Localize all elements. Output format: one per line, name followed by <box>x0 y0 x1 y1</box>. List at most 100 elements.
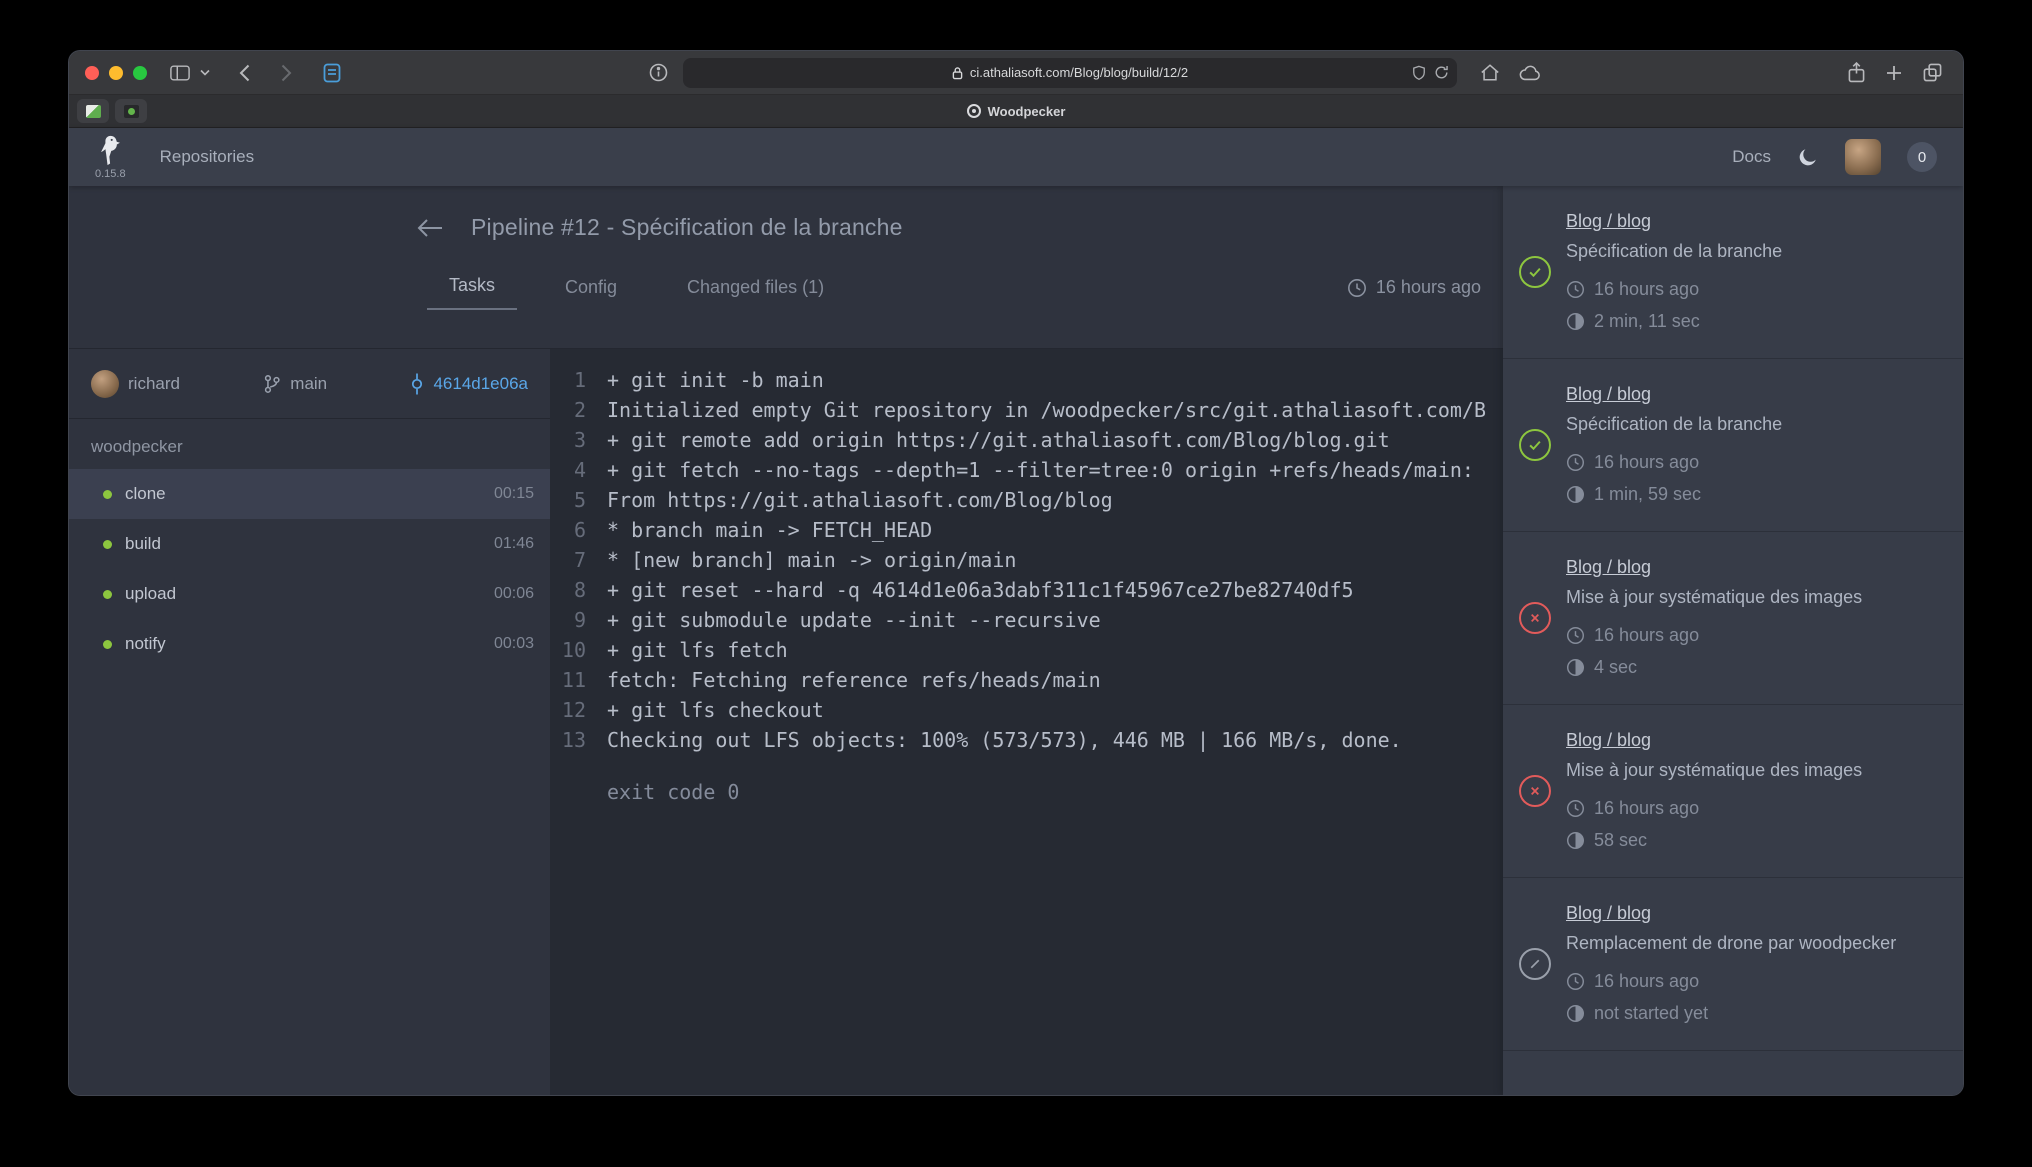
browser-window: ci.athaliasoft.com/Blog/blog/build/12/2 <box>68 50 1964 1096</box>
new-tab-icon[interactable] <box>1879 58 1909 88</box>
browser-toolbar: ci.athaliasoft.com/Blog/blog/build/12/2 <box>69 51 1963 95</box>
pinned-tab-2-favicon <box>124 105 139 118</box>
address-bar[interactable]: ci.athaliasoft.com/Blog/blog/build/12/2 <box>683 58 1457 88</box>
log-line: 3+ git remote add origin https://git.ath… <box>550 425 1503 455</box>
commit-sha: 4614d1e06a <box>433 374 528 394</box>
author-name: richard <box>128 374 180 394</box>
status-success-icon <box>1519 429 1551 461</box>
log-line: 11fetch: Fetching reference refs/heads/m… <box>550 665 1503 695</box>
build-time: 16 hours ago <box>1594 449 1699 475</box>
share-icon[interactable] <box>1841 58 1871 88</box>
build-entry[interactable]: Blog / blog Mise à jour systématique des… <box>1503 532 1963 705</box>
pipeline-header: Pipeline #12 - Spécification de la branc… <box>69 186 1503 348</box>
build-duration: 1 min, 59 sec <box>1594 481 1701 507</box>
chevron-down-icon[interactable] <box>195 58 215 88</box>
branch-name: main <box>290 374 327 394</box>
duration-icon <box>1566 1004 1585 1023</box>
line-number: 8 <box>550 575 586 605</box>
home-icon[interactable] <box>1475 58 1505 88</box>
build-entry[interactable]: Blog / blog Spécification de la branche … <box>1503 186 1963 359</box>
back-icon[interactable] <box>229 58 259 88</box>
commit-message: Remplacement de drone par woodpecker <box>1566 930 1945 956</box>
log-output[interactable]: 1+ git init -b main 2Initialized empty G… <box>550 349 1503 1095</box>
repo-link[interactable]: Blog / blog <box>1566 902 1945 924</box>
exit-code: exit code 0 <box>550 777 1503 807</box>
extension-icon[interactable] <box>643 58 673 88</box>
task-status-dot <box>103 540 112 549</box>
builds-sidebar[interactable]: Blog / blog Spécification de la branche … <box>1503 186 1963 1095</box>
line-number: 9 <box>550 605 586 635</box>
log-line: 7* [new branch] main -> origin/main <box>550 545 1503 575</box>
status-failure-icon <box>1519 775 1551 807</box>
task-item-build[interactable]: build 01:46 <box>69 519 550 569</box>
task-item-upload[interactable]: upload 00:06 <box>69 569 550 619</box>
tab-strip: Woodpecker <box>69 95 1963 128</box>
build-time: 16 hours ago <box>1594 276 1699 302</box>
tab-overview-icon[interactable] <box>1917 58 1947 88</box>
close-button[interactable] <box>85 66 99 80</box>
notification-badge[interactable]: 0 <box>1907 142 1937 172</box>
line-number: 10 <box>550 635 586 665</box>
cloud-tabs-icon[interactable] <box>1515 58 1545 88</box>
build-duration: not started yet <box>1594 1000 1708 1026</box>
branch-chip: main <box>263 374 327 394</box>
status-success-icon <box>1519 256 1551 288</box>
log-line: 13Checking out LFS objects: 100% (573/57… <box>550 725 1503 755</box>
zoom-button[interactable] <box>133 66 147 80</box>
nav-repositories[interactable]: Repositories <box>160 147 255 167</box>
traffic-lights <box>85 66 147 80</box>
task-status-dot <box>103 490 112 499</box>
repo-link[interactable]: Blog / blog <box>1566 729 1945 751</box>
repo-link[interactable]: Blog / blog <box>1566 556 1945 578</box>
tab-config[interactable]: Config <box>543 277 639 310</box>
dark-mode-icon[interactable] <box>1797 146 1819 168</box>
line-text: From https://git.athaliasoft.com/Blog/bl… <box>607 485 1113 515</box>
build-entry[interactable]: Blog / blog Remplacement de drone par wo… <box>1503 878 1963 1051</box>
task-status-dot <box>103 640 112 649</box>
repo-link[interactable]: Blog / blog <box>1566 210 1945 232</box>
build-entry[interactable]: Blog / blog Remplacement de drone par wo… <box>1503 1051 1963 1095</box>
line-number: 2 <box>550 395 586 425</box>
pinned-tab-2[interactable] <box>115 99 147 123</box>
author-chip: richard <box>91 370 180 398</box>
sidebar-toggle-icon[interactable] <box>165 58 195 88</box>
build-time: 16 hours ago <box>1594 968 1699 994</box>
clock-icon <box>1566 799 1585 818</box>
build-meta-row: richard main <box>69 349 550 419</box>
task-item-notify[interactable]: notify 00:03 <box>69 619 550 669</box>
forward-icon[interactable] <box>271 58 301 88</box>
minimize-button[interactable] <box>109 66 123 80</box>
commit-message: Spécification de la branche <box>1566 411 1945 437</box>
build-entry[interactable]: Blog / blog Spécification de la branche … <box>1503 359 1963 532</box>
start-page-icon[interactable] <box>317 58 347 88</box>
line-number: 1 <box>550 365 586 395</box>
branch-icon <box>263 374 281 394</box>
line-text: + git lfs checkout <box>607 695 824 725</box>
tab-changed-files[interactable]: Changed files (1) <box>665 277 846 310</box>
nav-docs[interactable]: Docs <box>1732 147 1771 167</box>
woodpecker-logo[interactable]: 0.15.8 <box>95 135 126 180</box>
duration-icon <box>1566 312 1585 331</box>
pipeline-tabs: Tasks Config Changed files (1) 16 hours … <box>69 275 1503 310</box>
active-tab[interactable]: Woodpecker <box>69 95 1963 127</box>
task-name: clone <box>125 484 166 504</box>
author-avatar <box>91 370 119 398</box>
log-line: 4+ git fetch --no-tags --depth=1 --filte… <box>550 455 1503 485</box>
log-line: 1+ git init -b main <box>550 365 1503 395</box>
build-entry[interactable]: Blog / blog Mise à jour systématique des… <box>1503 705 1963 878</box>
back-arrow-icon[interactable] <box>415 216 445 240</box>
commit-chip[interactable]: 4614d1e06a <box>410 373 528 395</box>
repo-link[interactable]: Blog / blog <box>1566 383 1945 405</box>
pinned-tab-1[interactable] <box>77 99 109 123</box>
line-number: 6 <box>550 515 586 545</box>
log-line: 12+ git lfs checkout <box>550 695 1503 725</box>
line-text: Checking out LFS objects: 100% (573/573)… <box>607 725 1402 755</box>
clock-icon <box>1566 280 1585 299</box>
task-name: build <box>125 534 161 554</box>
line-text: * [new branch] main -> origin/main <box>607 545 1016 575</box>
reload-icon[interactable] <box>1434 65 1449 80</box>
task-item-clone[interactable]: clone 00:15 <box>69 469 550 519</box>
user-avatar[interactable] <box>1845 139 1881 175</box>
tab-tasks[interactable]: Tasks <box>427 275 517 310</box>
log-line: 9+ git submodule update --init --recursi… <box>550 605 1503 635</box>
